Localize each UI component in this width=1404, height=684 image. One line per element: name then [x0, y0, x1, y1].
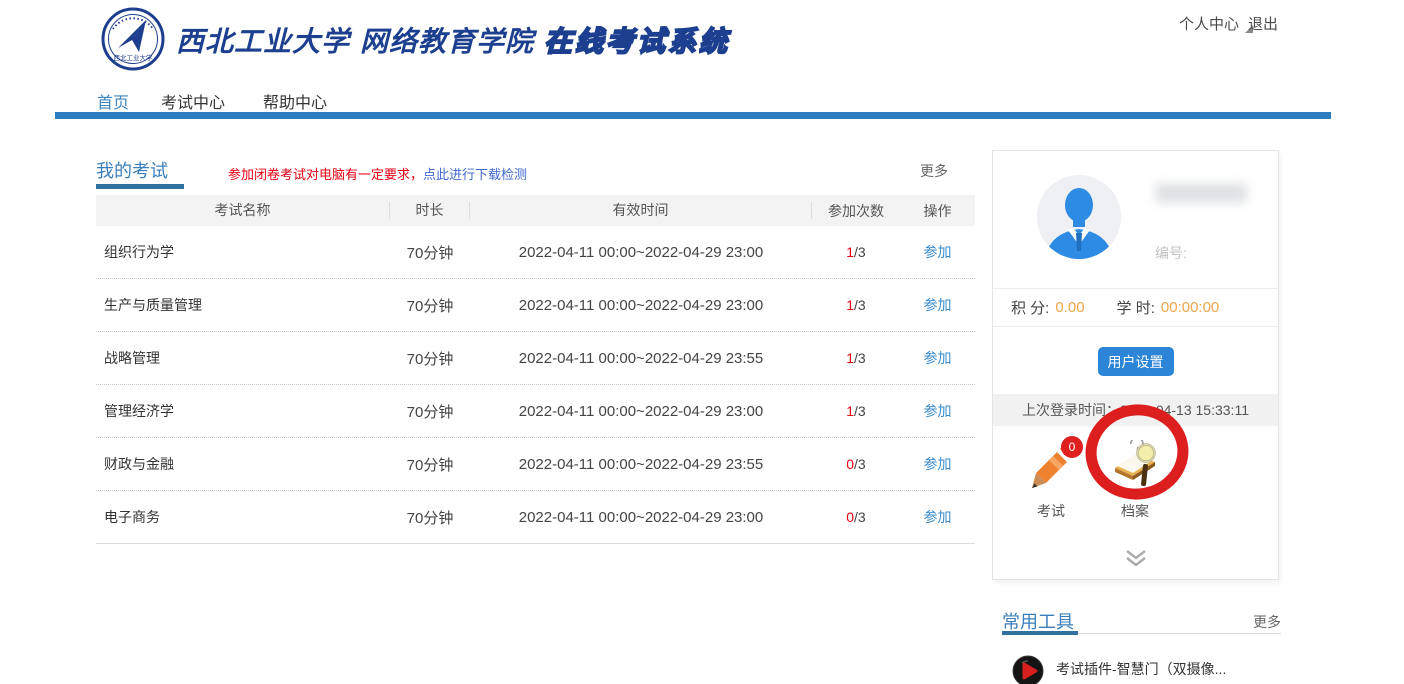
- user-number-label: 编号:: [1155, 243, 1187, 263]
- my-exams-title: 我的考试: [96, 157, 168, 183]
- exam-attempts: 1/3: [812, 297, 900, 313]
- tool-item-exam-plugin[interactable]: 考试插件-智慧门（双摄像...: [1012, 655, 1226, 684]
- exam-valid-time: 2022-04-11 00:00~2022-04-29 23:00: [470, 244, 812, 261]
- col-header-attempts: 参加次数: [812, 201, 900, 221]
- user-settings-button[interactable]: 用户设置: [1098, 347, 1174, 376]
- exam-attempts: 1/3: [812, 244, 900, 260]
- table-row: 生产与质量管理 70分钟 2022-04-11 00:00~2022-04-29…: [96, 279, 975, 332]
- exam-valid-time: 2022-04-11 00:00~2022-04-29 23:55: [470, 456, 812, 473]
- points-value: 0.00: [1055, 299, 1084, 316]
- nav-tab-help-center[interactable]: 帮助中心: [263, 89, 327, 113]
- download-check-link[interactable]: 点此进行下载检测: [423, 167, 527, 182]
- col-header-duration: 时长: [390, 202, 470, 219]
- nav-tab-exam-center[interactable]: 考试中心: [161, 89, 225, 113]
- table-row: 财政与金融 70分钟 2022-04-11 00:00~2022-04-29 2…: [96, 438, 975, 491]
- university-seal-logo: 西北工业大学: [101, 7, 165, 71]
- logout-button[interactable]: 退出: [1248, 13, 1278, 34]
- exam-duration: 70分钟: [390, 454, 470, 475]
- shortcut-exam-label: 考试: [1015, 501, 1087, 521]
- join-exam-link[interactable]: 参加: [924, 403, 952, 419]
- settings-row: 用户设置: [993, 326, 1278, 394]
- hours-value: 00:00:00: [1161, 299, 1219, 316]
- exam-valid-time: 2022-04-11 00:00~2022-04-29 23:00: [470, 297, 812, 314]
- table-row: 电子商务 70分钟 2022-04-11 00:00~2022-04-29 23…: [96, 491, 975, 544]
- my-exams-title-underline: [96, 184, 184, 189]
- join-exam-link[interactable]: 参加: [924, 509, 952, 525]
- archive-search-icon: [1107, 440, 1163, 492]
- exam-attempts: 1/3: [812, 350, 900, 366]
- exam-duration: 70分钟: [390, 348, 470, 369]
- user-center-menu[interactable]: 个人中心: [1179, 13, 1253, 34]
- exam-duration: 70分钟: [390, 242, 470, 263]
- table-row: 战略管理 70分钟 2022-04-11 00:00~2022-04-29 23…: [96, 332, 975, 385]
- exam-table: 考试名称 时长 有效时间 参加次数 操作 组织行为学 70分钟 2022-04-…: [96, 195, 975, 544]
- last-login-bar: 上次登录时间： 2022-04-13 15:33:11: [993, 394, 1278, 426]
- shortcut-exam[interactable]: 0 考试: [1015, 444, 1087, 521]
- user-center-label: 个人中心: [1179, 16, 1239, 33]
- exam-table-header: 考试名称 时长 有效时间 参加次数 操作: [96, 195, 975, 226]
- exam-valid-time: 2022-04-11 00:00~2022-04-29 23:55: [470, 350, 812, 367]
- exam-valid-time: 2022-04-11 00:00~2022-04-29 23:00: [470, 509, 812, 526]
- more-exams-link[interactable]: 更多: [920, 161, 948, 181]
- col-header-valid-time: 有效时间: [470, 202, 812, 219]
- table-row: 管理经济学 70分钟 2022-04-11 00:00~2022-04-29 2…: [96, 385, 975, 438]
- notice-warning-text: 参加闭卷考试对电脑有一定要求，: [228, 167, 423, 182]
- nav-tab-home[interactable]: 首页: [97, 89, 129, 113]
- exam-requirement-notice: 参加闭卷考试对电脑有一定要求，点此进行下载检测: [228, 164, 527, 183]
- table-row: 组织行为学 70分钟 2022-04-11 00:00~2022-04-29 2…: [96, 226, 975, 279]
- last-login-label: 上次登录时间：: [1022, 400, 1120, 420]
- title-system: 在线考试系统: [544, 26, 730, 57]
- more-tools-link[interactable]: 更多: [1253, 612, 1281, 632]
- points-label: 积 分:: [1011, 297, 1049, 318]
- exam-badge-count: 0: [1061, 436, 1083, 458]
- title-university: 西北工业大学: [176, 26, 350, 57]
- exam-attempts: 1/3: [812, 403, 900, 419]
- page-title: 西北工业大学网络教育学院在线考试系统: [176, 20, 740, 60]
- join-exam-link[interactable]: 参加: [924, 297, 952, 313]
- exam-name: 战略管理: [96, 348, 390, 368]
- exam-duration: 70分钟: [390, 295, 470, 316]
- media-player-icon: [1012, 655, 1044, 684]
- join-exam-link[interactable]: 参加: [924, 350, 952, 366]
- expand-chevron-down-icon[interactable]: [1123, 549, 1149, 567]
- exam-attempts: 0/3: [812, 509, 900, 525]
- last-login-value: 2022-04-13 15:33:11: [1120, 402, 1249, 418]
- nav-divider-bar: [55, 112, 1331, 119]
- exam-duration: 70分钟: [390, 507, 470, 528]
- exam-name: 组织行为学: [96, 242, 390, 262]
- tool-item-label: 考试插件-智慧门（双摄像...: [1056, 659, 1226, 679]
- exam-name: 电子商务: [96, 507, 390, 527]
- stats-row: 积 分: 0.00 学 时: 00:00:00: [993, 288, 1278, 326]
- join-exam-link[interactable]: 参加: [924, 244, 952, 260]
- col-header-action: 操作: [900, 201, 975, 221]
- svg-text:西北工业大学: 西北工业大学: [114, 53, 154, 62]
- hours-label: 学 时:: [1117, 297, 1155, 318]
- redacted-user-name: [1155, 183, 1247, 203]
- exam-name: 生产与质量管理: [96, 295, 390, 315]
- exam-name: 管理经济学: [96, 401, 390, 421]
- common-tools-title-underline: [1002, 631, 1078, 635]
- exam-attempts: 0/3: [812, 456, 900, 472]
- shortcut-icons-row: 0 考试 档案: [993, 426, 1278, 546]
- shortcut-archive[interactable]: 档案: [1099, 440, 1171, 521]
- exam-duration: 70分钟: [390, 401, 470, 422]
- title-college: 网络教育学院: [360, 26, 534, 57]
- avatar: [1037, 175, 1121, 259]
- col-header-exam-name: 考试名称: [96, 202, 390, 219]
- online-exam-system-page: 西北工业大学 西北工业大学网络教育学院在线考试系统 个人中心 退出 首页 考试中…: [0, 0, 1404, 684]
- user-profile-card: 编号: 积 分: 0.00 学 时: 00:00:00 用户设置 上次登录时间：…: [992, 150, 1279, 580]
- exam-name: 财政与金融: [96, 454, 390, 474]
- join-exam-link[interactable]: 参加: [924, 456, 952, 472]
- shortcut-archive-label: 档案: [1099, 501, 1171, 521]
- person-silhouette-icon: [1037, 175, 1121, 259]
- exam-valid-time: 2022-04-11 00:00~2022-04-29 23:00: [470, 403, 812, 420]
